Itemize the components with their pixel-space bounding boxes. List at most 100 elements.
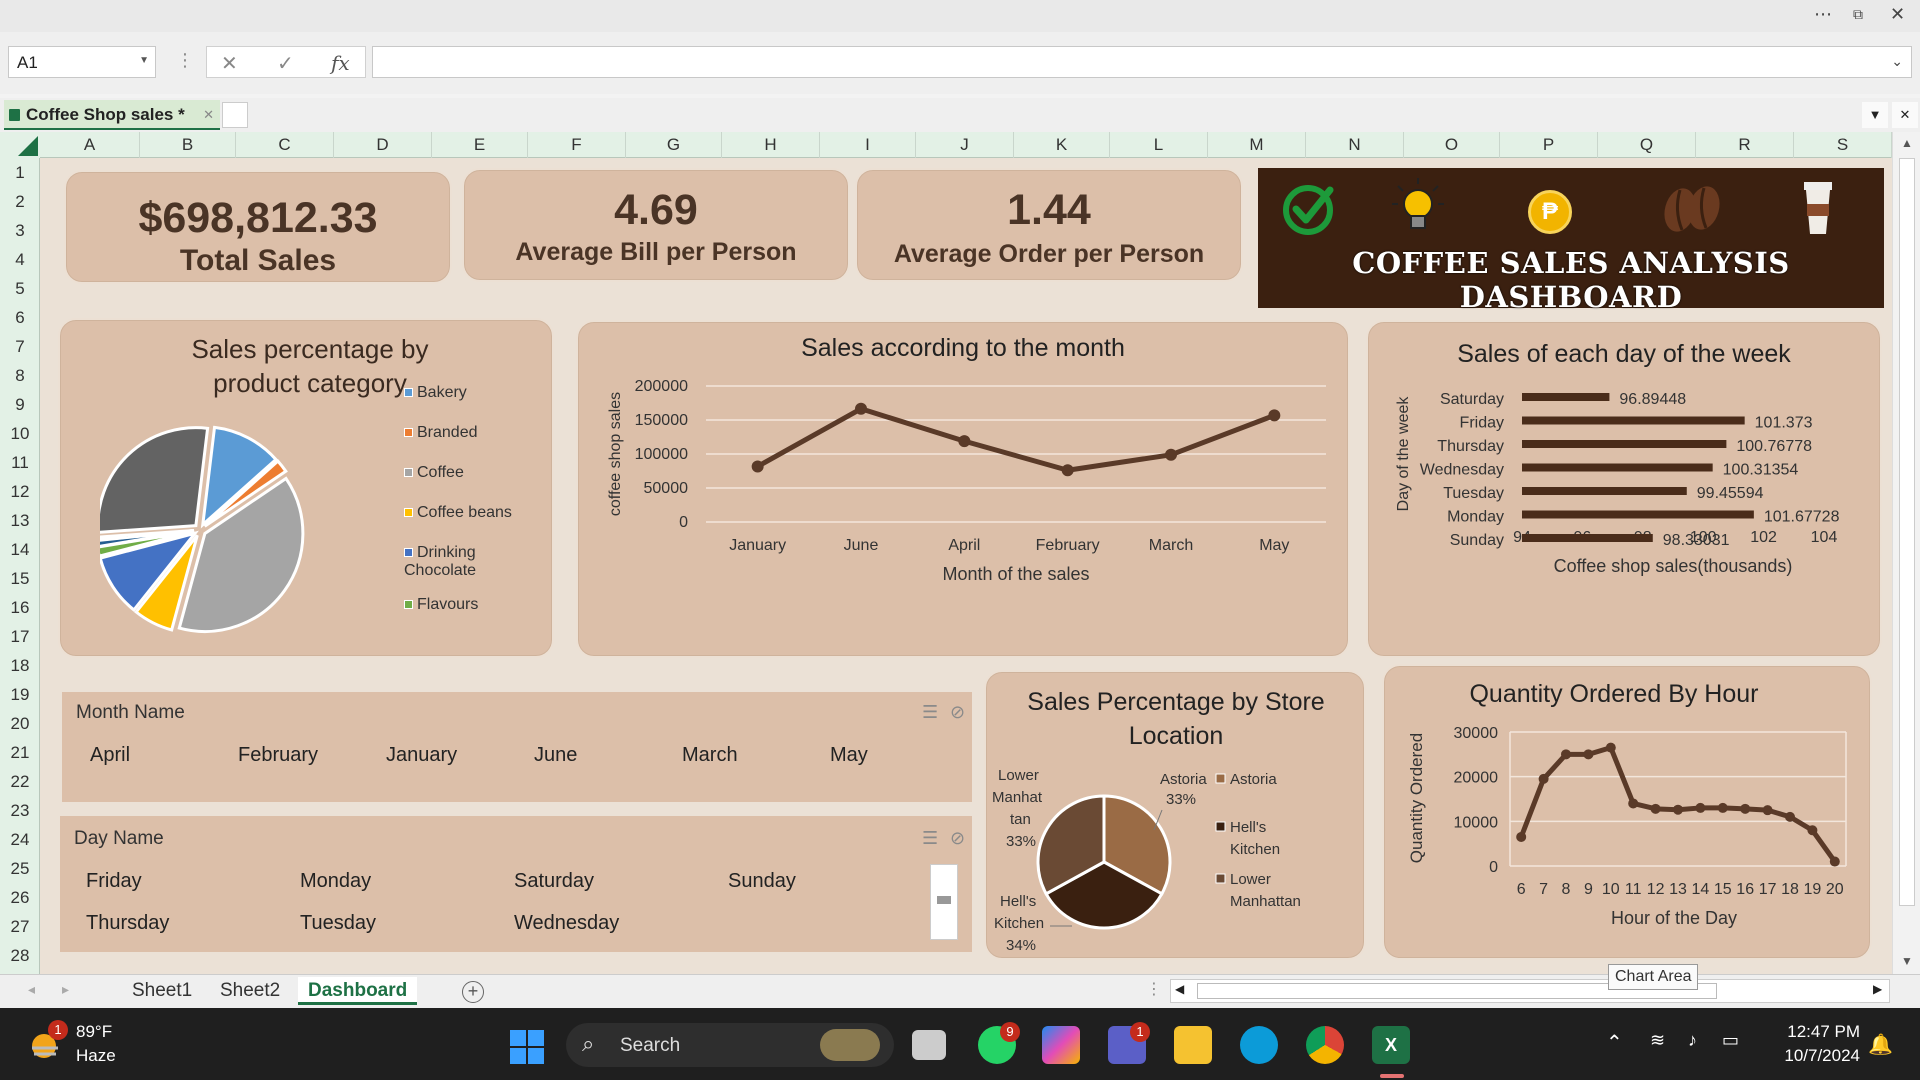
wifi-icon[interactable]: ≋ (1650, 1030, 1665, 1051)
column-header[interactable]: I (820, 132, 916, 158)
formula-input[interactable]: ⌄ (372, 46, 1912, 78)
column-header[interactable]: F (528, 132, 626, 158)
product-pie[interactable] (100, 420, 340, 640)
clear-filter-icon[interactable]: ⊘ (950, 702, 965, 723)
data-point[interactable] (1583, 749, 1594, 760)
series-line[interactable] (756, 406, 1276, 473)
data-point[interactable] (1538, 773, 1549, 784)
data-point[interactable] (1061, 464, 1074, 477)
data-point[interactable] (1268, 409, 1281, 422)
month-slicer-item[interactable]: May (830, 744, 868, 767)
bar[interactable] (1522, 440, 1727, 448)
legend-item[interactable]: Bakery (404, 384, 534, 402)
data-point[interactable] (1628, 798, 1639, 809)
close-window-icon[interactable]: ✕ (1890, 4, 1905, 25)
data-point[interactable] (1740, 803, 1751, 814)
data-point[interactable] (1762, 805, 1773, 816)
data-point[interactable] (1650, 803, 1661, 814)
scroll-down-icon[interactable]: ▼ (1901, 954, 1913, 968)
bar[interactable] (1522, 534, 1653, 542)
row-header[interactable]: 15 (0, 564, 40, 593)
edge-icon[interactable] (1240, 1026, 1278, 1064)
month-slicer-item[interactable]: January (386, 744, 457, 767)
bar[interactable] (1522, 463, 1713, 472)
chrome-icon[interactable] (1306, 1026, 1344, 1064)
tab-splitter-icon[interactable]: ⋮ (1146, 979, 1162, 999)
day-slicer-item[interactable]: Thursday (86, 912, 169, 935)
name-box[interactable]: A1 ▼ (8, 46, 156, 78)
file-explorer-icon[interactable] (1174, 1026, 1212, 1064)
column-header[interactable]: E (432, 132, 528, 158)
day-slicer-item[interactable]: Sunday (728, 870, 796, 893)
scroll-right-icon[interactable]: ▶ (1873, 982, 1882, 996)
monthly-sales-chart[interactable]: Sales according to the month 0 50000 100000… (576, 320, 1350, 658)
battery-icon[interactable]: ▭ (1722, 1030, 1739, 1051)
dashboard-banner[interactable]: ₱ COFFEE SALES ANALYSIS DASHBOARD (1258, 168, 1884, 314)
volume-icon[interactable]: ♪ (1688, 1030, 1697, 1051)
column-header[interactable]: M (1208, 132, 1306, 158)
legend-item[interactable]: Coffee beans (404, 504, 534, 522)
row-header[interactable]: 19 (0, 680, 40, 709)
legend-item[interactable]: Coffee (404, 464, 534, 482)
copilot-icon[interactable] (1042, 1026, 1080, 1064)
add-sheet-icon[interactable]: + (462, 981, 484, 1003)
weekday-sales-svg[interactable]: Sales of each day of the week94969810010… (1368, 322, 1880, 656)
store-location-svg[interactable]: Sales Percentage by Store Location Astoria… (986, 672, 1364, 958)
clear-filter-icon[interactable]: ⊘ (950, 828, 965, 849)
whatsapp-icon[interactable]: 9 (978, 1022, 1020, 1064)
row-header[interactable]: 2 (0, 187, 40, 216)
row-header[interactable]: 26 (0, 883, 40, 912)
scroll-tabs-right-icon[interactable]: ▸ (62, 981, 69, 998)
legend-item[interactable]: Flavours (404, 596, 534, 614)
column-header[interactable]: C (236, 132, 334, 158)
store-location-chart[interactable]: Sales Percentage by Store Location Astoria… (984, 670, 1366, 960)
data-point[interactable] (751, 460, 764, 473)
column-header[interactable]: R (1696, 132, 1794, 158)
data-point[interactable] (1605, 742, 1616, 753)
row-header[interactable]: 9 (0, 390, 40, 419)
data-point[interactable] (855, 402, 867, 415)
row-header[interactable]: 4 (0, 245, 40, 274)
drag-handle-icon[interactable]: ⋮ (176, 50, 194, 71)
row-header[interactable]: 27 (0, 912, 40, 941)
slicer-scroll-thumb[interactable] (937, 896, 951, 904)
month-slicer-item[interactable]: February (238, 744, 318, 767)
column-header[interactable]: S (1794, 132, 1892, 158)
teams-icon[interactable]: 1 (1108, 1022, 1150, 1064)
restore-icon[interactable]: ⧉ (1853, 6, 1863, 23)
row-header[interactable]: 16 (0, 593, 40, 622)
column-header[interactable]: K (1014, 132, 1110, 158)
row-header[interactable]: 14 (0, 535, 40, 564)
multi-select-icon[interactable]: ☰ (922, 828, 938, 849)
tab-list-dropdown-icon[interactable]: ▼ (1862, 102, 1888, 128)
close-workbook-icon[interactable]: ✕ (1892, 102, 1918, 128)
row-header[interactable]: 17 (0, 622, 40, 651)
legend-item[interactable]: Branded (404, 424, 534, 442)
data-point[interactable] (958, 435, 971, 448)
day-slicer-item[interactable]: Saturday (514, 870, 594, 893)
sheet-tab-sheet2[interactable]: Sheet2 (210, 977, 290, 1005)
data-point[interactable] (1165, 448, 1177, 461)
weather-widget[interactable]: 1 (26, 1020, 68, 1064)
month-slicer-item[interactable]: June (534, 744, 577, 767)
expand-formula-icon[interactable]: ⌄ (1891, 53, 1903, 70)
select-all-corner[interactable] (0, 132, 40, 158)
row-header[interactable]: 3 (0, 216, 40, 245)
sheet-tab-sheet1[interactable]: Sheet1 (122, 977, 202, 1005)
slicer-scrollbar[interactable] (930, 864, 958, 940)
row-header[interactable]: 21 (0, 738, 40, 767)
windows-start-icon[interactable] (508, 1028, 546, 1066)
row-header[interactable]: 7 (0, 332, 40, 361)
insert-function-icon[interactable]: fx (331, 51, 350, 75)
row-header[interactable]: 11 (0, 448, 40, 477)
scroll-up-icon[interactable]: ▲ (1901, 136, 1913, 150)
data-point[interactable] (1829, 856, 1840, 867)
row-header[interactable]: 20 (0, 709, 40, 738)
quantity-by-hour-chart[interactable]: Quantity Ordered By Hour 0 10000 20000 30000… (1382, 664, 1872, 960)
row-header[interactable]: 28 (0, 941, 40, 970)
enter-check-icon[interactable]: ✓ (277, 51, 294, 76)
data-point[interactable] (1561, 749, 1571, 760)
bar[interactable] (1522, 416, 1745, 425)
column-header[interactable]: G (626, 132, 722, 158)
row-header[interactable]: 13 (0, 506, 40, 535)
